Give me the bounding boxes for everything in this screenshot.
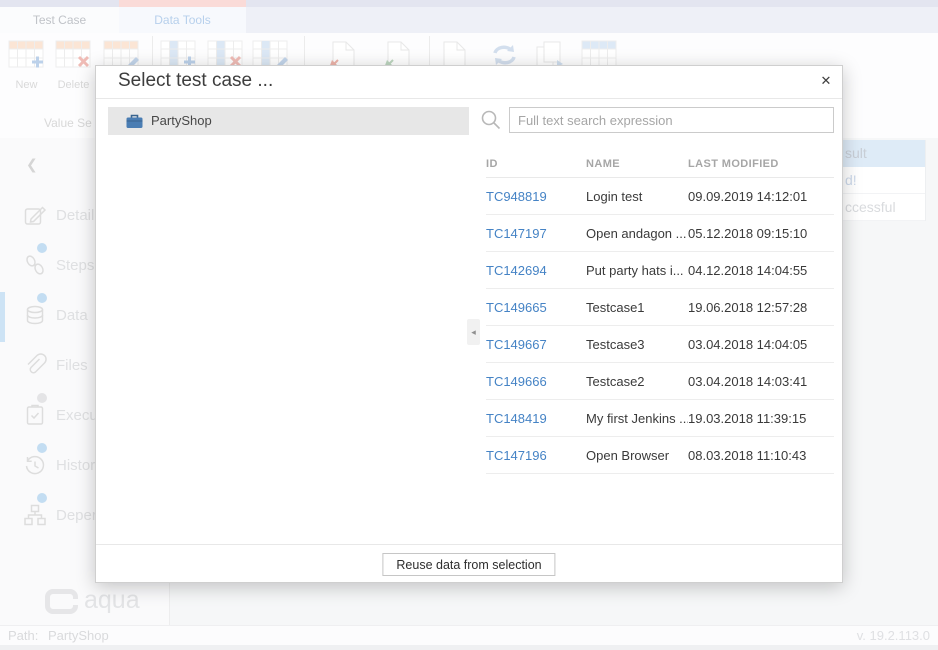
path-label: Path: (8, 628, 38, 643)
active-tab-accent (119, 0, 246, 7)
sidebar-item-label: Execu (56, 407, 98, 424)
edit-icon (22, 202, 48, 228)
tab-data-tools[interactable]: Data Tools (119, 7, 246, 33)
aqua-logo-text: aqua (84, 586, 140, 615)
test-case-modified: 09.09.2019 14:12:01 (688, 189, 834, 204)
table-row[interactable]: TC148419 My first Jenkins ... 19.03.2018… (486, 400, 834, 437)
sidebar-item-label: Deper (56, 507, 97, 524)
steps-icon (22, 252, 48, 278)
grid-add-icon (8, 40, 45, 70)
delete-valueset-button[interactable] (55, 40, 92, 75)
hierarchy-icon (22, 502, 48, 528)
footer-divider (96, 544, 842, 545)
test-case-id-link[interactable]: TC948819 (486, 189, 586, 204)
close-icon[interactable]: ✕ (816, 71, 836, 91)
valueset-grid-fragment: sult d! ccessful (843, 140, 926, 221)
test-case-modified: 03.04.2018 14:03:41 (688, 374, 834, 389)
test-case-id-link[interactable]: TC147197 (486, 226, 586, 241)
test-case-modified: 03.04.2018 14:04:05 (688, 337, 834, 352)
test-case-name: My first Jenkins ... (586, 411, 688, 426)
app-window: Test Case Data Tools New Delete (0, 0, 938, 650)
sidebar-item-label: Detail (56, 207, 94, 224)
sidebar-item-label: Data (56, 307, 88, 324)
test-case-name: Open andagon ... (586, 226, 688, 241)
valueset-cell: d! (843, 167, 925, 194)
new-valueset-button[interactable] (8, 40, 45, 75)
test-case-name: Put party hats i... (586, 263, 688, 278)
search-input[interactable] (509, 107, 834, 133)
table-row[interactable]: TC149667 Testcase3 03.04.2018 14:04:05 (486, 326, 834, 363)
test-case-modified: 08.03.2018 11:10:43 (688, 448, 834, 463)
test-case-modified: 19.03.2018 11:39:15 (688, 411, 834, 426)
title-divider (96, 98, 842, 99)
history-icon (22, 452, 48, 478)
test-case-id-link[interactable]: TC149667 (486, 337, 586, 352)
tree-item-partyshop[interactable]: PartyShop (108, 107, 469, 135)
panel-collapse-handle[interactable]: ◂ (467, 319, 480, 345)
test-case-table: ID NAME LAST MODIFIED TC948819 Login tes… (486, 151, 834, 474)
column-header-name[interactable]: NAME (586, 158, 688, 170)
status-bar: Path: PartyShop v. 19.2.113.0 (0, 625, 938, 645)
test-case-id-link[interactable]: TC148419 (486, 411, 586, 426)
paperclip-icon (22, 352, 48, 378)
database-icon (22, 302, 48, 328)
reuse-data-button[interactable]: Reuse data from selection (382, 553, 555, 576)
magnifier-icon (480, 109, 502, 136)
table-row[interactable]: TC142694 Put party hats i... 04.12.2018 … (486, 252, 834, 289)
grid-delete-icon (55, 40, 92, 70)
tree-item-label: PartyShop (151, 113, 212, 128)
test-case-modified: 19.06.2018 12:57:28 (688, 300, 834, 315)
valueset-cell: ccessful (843, 194, 925, 221)
test-case-id-link[interactable]: TC142694 (486, 263, 586, 278)
test-case-name: Open Browser (586, 448, 688, 463)
ribbon-button-label: New (8, 79, 45, 91)
select-test-case-dialog: Select test case ... ✕ PartyShop ID NAME… (95, 65, 843, 583)
column-header-id[interactable]: ID (486, 158, 586, 170)
test-case-id-link[interactable]: TC147196 (486, 448, 586, 463)
test-case-id-link[interactable]: TC149666 (486, 374, 586, 389)
aqua-logo-notch (70, 599, 80, 605)
test-case-modified: 05.12.2018 09:15:10 (688, 226, 834, 241)
dialog-title: Select test case ... (118, 70, 273, 92)
table-row[interactable]: TC147196 Open Browser 08.03.2018 11:10:4… (486, 437, 834, 474)
test-case-name: Testcase1 (586, 300, 688, 315)
briefcase-icon (126, 113, 143, 134)
version-label: v. 19.2.113.0 (857, 626, 930, 646)
tab-test-case[interactable]: Test Case (0, 7, 119, 33)
sidebar-item-label: Histor (56, 457, 95, 474)
test-case-name: Testcase2 (586, 374, 688, 389)
sidebar-item-label: Steps (56, 257, 94, 274)
table-row[interactable]: TC149665 Testcase1 19.06.2018 12:57:28 (486, 289, 834, 326)
column-header-last-modified[interactable]: LAST MODIFIED (688, 158, 834, 170)
test-case-name: Testcase3 (586, 337, 688, 352)
table-row[interactable]: TC948819 Login test 09.09.2019 14:12:01 (486, 178, 834, 215)
ribbon-group-label: Value Se (44, 116, 92, 130)
test-case-id-link[interactable]: TC149665 (486, 300, 586, 315)
test-case-modified: 04.12.2018 14:04:55 (688, 263, 834, 278)
table-header-row: ID NAME LAST MODIFIED (486, 151, 834, 178)
table-row[interactable]: TC149666 Testcase2 03.04.2018 14:03:41 (486, 363, 834, 400)
ribbon-button-label: Delete (55, 79, 92, 91)
sidebar-collapse-button[interactable]: ❮ (26, 156, 38, 173)
clipboard-check-icon (22, 402, 48, 428)
table-row[interactable]: TC147197 Open andagon ... 05.12.2018 09:… (486, 215, 834, 252)
valueset-column-header: sult (843, 140, 925, 167)
ribbon-tab-bar: Test Case Data Tools (0, 7, 938, 33)
sidebar-item-label: Files (56, 357, 88, 374)
test-case-name: Login test (586, 189, 688, 204)
path-value: PartyShop (48, 628, 109, 643)
bottom-strip (0, 645, 938, 650)
